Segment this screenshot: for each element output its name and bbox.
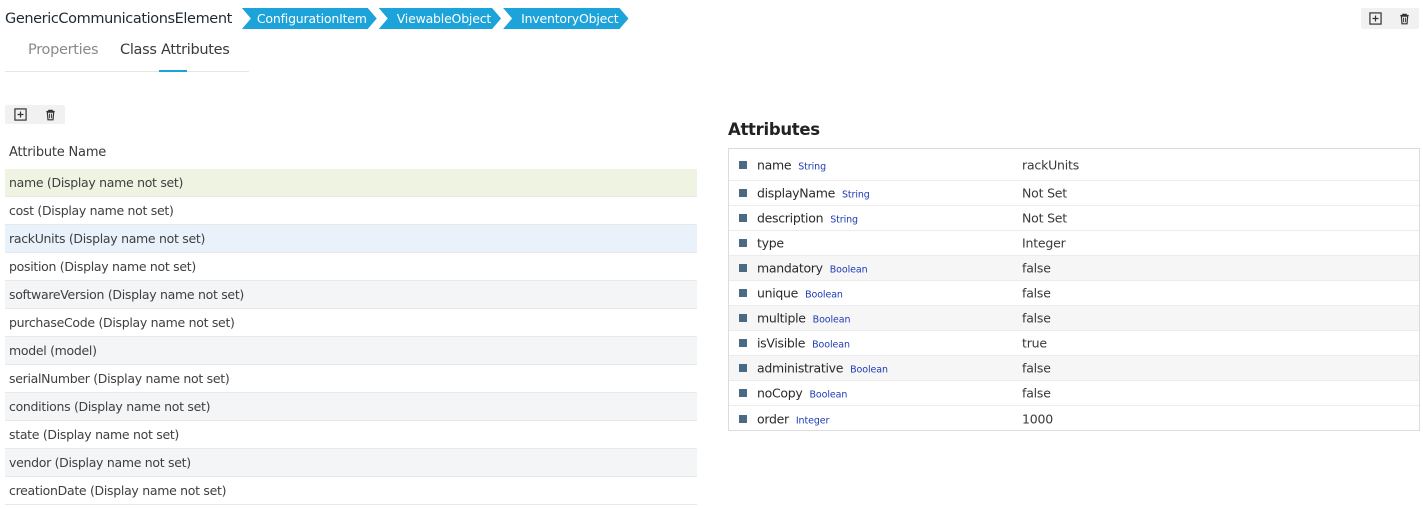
property-type: Boolean <box>812 339 850 351</box>
property-value[interactable]: Integer <box>1022 236 1066 251</box>
add-attribute-button[interactable] <box>5 105 35 124</box>
square-bullet-icon <box>739 160 747 169</box>
square-bullet-icon <box>739 289 747 297</box>
square-bullet-icon <box>739 414 747 423</box>
plus-square-icon <box>1369 12 1382 25</box>
property-type: Boolean <box>829 264 868 276</box>
property-name: unique <box>757 285 799 301</box>
square-bullet-icon <box>739 264 747 272</box>
attributes-panel: name String rackUnits displayName String N… <box>728 148 1420 431</box>
attribute-list: name (Display name not set) cost (Displa… <box>5 169 697 505</box>
property-name: displayName <box>757 185 835 201</box>
property-row[interactable]: description String Not Set <box>729 206 1419 231</box>
property-row[interactable]: type Integer <box>729 231 1419 256</box>
property-value[interactable]: false <box>1022 261 1051 276</box>
property-type: Boolean <box>809 389 848 401</box>
breadcrumb-inventory-object[interactable]: InventoryObject <box>503 8 628 29</box>
property-row[interactable]: administrative Boolean false <box>729 356 1419 381</box>
attribute-actions-toolbar <box>5 105 65 124</box>
list-item[interactable]: conditions (Display name not set) <box>5 393 697 421</box>
delete-attribute-button[interactable] <box>35 105 65 124</box>
property-value[interactable]: false <box>1022 386 1051 401</box>
property-name: mandatory <box>757 260 823 276</box>
property-row[interactable]: order Integer 1000 <box>729 406 1419 431</box>
property-type: Boolean <box>812 314 851 326</box>
plus-square-icon <box>13 108 27 121</box>
list-item[interactable]: name (Display name not set) <box>5 169 697 197</box>
trash-icon <box>45 109 55 121</box>
list-item[interactable]: state (Display name not set) <box>5 421 697 449</box>
property-type: String <box>841 189 870 201</box>
breadcrumb-configuration-item[interactable]: ConfigurationItem <box>242 8 377 29</box>
property-row[interactable]: multiple Boolean false <box>729 306 1419 331</box>
list-item[interactable]: model (model) <box>5 337 697 365</box>
tab-properties[interactable]: Properties <box>28 42 99 58</box>
property-type: Integer <box>795 415 830 426</box>
property-name: administrative <box>757 360 844 376</box>
square-bullet-icon <box>739 339 747 347</box>
property-value[interactable]: false <box>1022 311 1051 326</box>
property-value[interactable]: 1000 <box>1022 411 1053 426</box>
trash-icon <box>1400 13 1409 25</box>
square-bullet-icon <box>739 314 747 322</box>
add-class-button[interactable] <box>1361 8 1390 29</box>
list-item[interactable]: softwareVersion (Display name not set) <box>5 281 697 309</box>
breadcrumb: ConfigurationItem ViewableObject Invento… <box>242 8 631 29</box>
list-item[interactable]: purchaseCode (Display name not set) <box>5 309 697 337</box>
property-row[interactable]: displayName String Not Set <box>729 181 1419 206</box>
property-name: noCopy <box>757 385 803 401</box>
property-row[interactable]: name String rackUnits <box>729 149 1419 181</box>
header: GenericCommunicationsElement Configurati… <box>5 8 631 29</box>
property-row[interactable]: mandatory Boolean false <box>729 256 1419 281</box>
list-item[interactable]: vendor (Display name not set) <box>5 449 697 477</box>
square-bullet-icon <box>739 389 747 397</box>
property-name: name <box>757 157 792 172</box>
property-row[interactable]: unique Boolean false <box>729 281 1419 306</box>
property-type: Boolean <box>850 364 888 376</box>
list-item[interactable]: serialNumber (Display name not set) <box>5 365 697 393</box>
property-type: String <box>798 161 827 172</box>
property-name: isVisible <box>757 335 806 351</box>
list-item[interactable]: rackUnits (Display name not set) <box>5 225 697 253</box>
square-bullet-icon <box>739 239 747 247</box>
property-row[interactable]: noCopy Boolean false <box>729 381 1419 406</box>
property-name: type <box>757 235 784 251</box>
list-item[interactable]: cost (Display name not set) <box>5 197 697 225</box>
property-name: multiple <box>757 310 806 326</box>
class-actions-toolbar <box>1361 8 1419 29</box>
property-value[interactable]: false <box>1022 361 1051 376</box>
attribute-name-column-header: Attribute Name <box>9 145 107 160</box>
property-row[interactable]: isVisible Boolean true <box>729 331 1419 356</box>
property-value[interactable]: rackUnits <box>1022 157 1079 172</box>
square-bullet-icon <box>739 364 747 372</box>
class-title: GenericCommunicationsElement <box>5 10 232 27</box>
property-name: order <box>757 411 789 426</box>
list-item[interactable]: creationDate (Display name not set) <box>5 477 697 505</box>
property-name: description <box>757 210 824 226</box>
property-type: String <box>830 214 858 226</box>
list-item[interactable]: position (Display name not set) <box>5 253 697 281</box>
square-bullet-icon <box>739 214 747 222</box>
property-value[interactable]: true <box>1022 336 1047 351</box>
attributes-panel-title: Attributes <box>728 120 820 139</box>
active-tab-indicator <box>159 70 187 72</box>
property-type: Boolean <box>805 289 843 301</box>
property-value[interactable]: Not Set <box>1022 211 1067 226</box>
breadcrumb-viewable-object[interactable]: ViewableObject <box>379 8 501 29</box>
tab-class-attributes[interactable]: Class Attributes <box>120 42 230 58</box>
property-value[interactable]: false <box>1022 286 1051 301</box>
property-value[interactable]: Not Set <box>1022 186 1067 201</box>
square-bullet-icon <box>739 189 747 197</box>
delete-class-button[interactable] <box>1390 8 1419 29</box>
tab-bar: Properties Class Attributes <box>5 38 249 72</box>
